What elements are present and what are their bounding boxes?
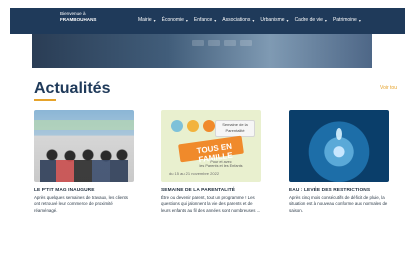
nav-item-mairie[interactable]: Mairie ▾ — [138, 17, 156, 23]
nav-item-enfance[interactable]: Enfance ▾ — [194, 17, 216, 23]
event-badge: Semaine de la Parentalité — [215, 120, 255, 137]
event-dates: du 15 au 21 novembre 2022 — [169, 171, 220, 176]
news-title[interactable]: EAU : LEVÉE DES RESTRICTIONS — [289, 188, 389, 193]
logo-line-2: FRAMBOUHANS — [60, 17, 97, 22]
nav-item-economie[interactable]: Économie ▾ — [162, 17, 188, 23]
site-logo[interactable]: Bienvenue à FRAMBOUHANS — [60, 11, 97, 23]
nav-label: Associations — [222, 17, 251, 23]
event-subtitle: Pour et avec les Parents et les Enfants — [195, 160, 247, 168]
news-card[interactable]: EAU : LEVÉE DES RESTRICTIONS Après cinq … — [289, 110, 389, 214]
hero-banner — [32, 34, 372, 68]
nav-item-associations[interactable]: Associations ▾ — [222, 17, 254, 23]
top-navbar: Bienvenue à FRAMBOUHANS Mairie ▾ Économie… — [10, 8, 405, 34]
nav-label: Mairie — [138, 17, 152, 23]
chevron-down-icon: ▾ — [153, 17, 156, 23]
hero-decoration — [208, 40, 220, 46]
water-drop — [336, 128, 342, 140]
news-image-water[interactable] — [289, 110, 389, 182]
news-title[interactable]: LE P'TIT MAG INAUGURE — [34, 188, 134, 193]
news-excerpt: Être ou devenir parent, tout un programm… — [161, 195, 261, 213]
owl-illustration — [171, 120, 183, 132]
owl-illustration — [187, 120, 199, 132]
badge-line-2: Parentalité — [225, 128, 245, 133]
image-tent — [34, 120, 134, 130]
chevron-down-icon: ▾ — [358, 17, 361, 23]
event-subtitle-line2: les Parents et les Enfants — [199, 164, 243, 168]
news-image-parentalite[interactable]: Semaine de la Parentalité TOUS EN FAMILL… — [161, 110, 261, 182]
see-all-link[interactable]: Voir tou — [380, 85, 397, 91]
nav-label: Économie — [161, 17, 184, 23]
chevron-down-icon: ▾ — [286, 17, 289, 23]
nav-item-urbanisme[interactable]: Urbanisme ▾ — [260, 17, 288, 23]
image-people-bodies — [40, 160, 128, 182]
owl-illustration — [203, 120, 215, 132]
chevron-down-icon: ▾ — [324, 17, 327, 23]
news-image-inauguration[interactable] — [34, 110, 134, 182]
news-card[interactable]: LE P'TIT MAG INAUGURE Après quelques sem… — [34, 110, 134, 214]
chevron-down-icon: ▾ — [252, 17, 255, 23]
hero-decoration — [192, 40, 204, 46]
news-card[interactable]: Semaine de la Parentalité TOUS EN FAMILL… — [161, 110, 261, 214]
chevron-down-icon: ▾ — [185, 17, 188, 23]
nav-label: Patrimoine — [332, 17, 357, 23]
chevron-down-icon: ▾ — [214, 17, 217, 23]
nav-label: Enfance — [193, 17, 213, 23]
news-excerpt: Après quelques semaines de travaux, les … — [34, 195, 128, 213]
nav-label: Urbanisme — [260, 17, 285, 23]
nav-label: Cadre de vie — [294, 17, 323, 23]
nav-item-patrimoine[interactable]: Patrimoine ▾ — [333, 17, 361, 23]
hero-decoration — [240, 40, 252, 46]
section-underline — [34, 99, 56, 101]
news-title[interactable]: SEMAINE DE LA PARENTALITÉ — [161, 188, 261, 193]
main-nav: Mairie ▾ Économie ▾ Enfance ▾ Associations ▾… — [138, 17, 361, 23]
news-excerpt: Après cinq mois consécutifs de déficit d… — [289, 195, 388, 213]
section-title: Actualités — [34, 80, 111, 97]
nav-item-cadre-de-vie[interactable]: Cadre de vie ▾ — [295, 17, 327, 23]
hero-decoration — [224, 40, 236, 46]
